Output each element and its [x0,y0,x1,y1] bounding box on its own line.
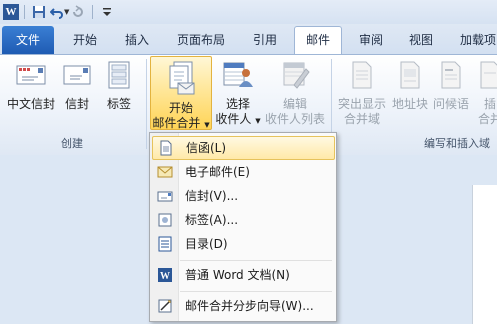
menu-item-label: 信封(V)... [185,189,239,203]
greeting-line-label: 问候语 [432,97,469,111]
directory-icon [157,236,173,252]
address-block-label: 地址块 [391,97,428,111]
start-mail-merge-label-1: 开始 [168,101,193,115]
redo-icon[interactable] [69,3,87,21]
menu-separator [180,291,332,292]
greeting-line-button[interactable]: 问候语 [430,61,472,112]
edit-recipient-list-label-1: 编辑 [282,97,307,111]
insert-merge-field-label-1: 插 [483,97,496,111]
menu-item-label: 电子邮件(E) [185,165,250,179]
label-icon [157,212,173,228]
address-block-button[interactable]: 地址块 [389,61,431,112]
menu-item-label: 信函(L) [186,141,227,155]
customize-qat-icon[interactable] [98,3,116,21]
menu-item-label: 标签(A)... [185,213,239,227]
tab-review[interactable]: 审阅 [348,27,394,53]
insert-merge-field-button[interactable]: 插 合并 [472,61,497,127]
tab-references[interactable]: 引用 [242,27,288,53]
menu-separator [180,260,332,261]
menu-item-label: 邮件合并分步向导(W)... [185,299,314,313]
document-page[interactable] [472,185,497,324]
menu-item-letters[interactable]: 信函(L) [152,136,335,160]
email-icon [157,164,173,180]
menu-item-normal-word-document[interactable]: W 普通 Word 文档(N) [152,264,333,286]
menu-item-envelopes[interactable]: 信封(V)... [152,185,333,207]
group-label-write-insert: 编写和插入域 [424,137,490,150]
select-recipients-label-2: 收件人 ▼ [215,112,261,126]
tab-file[interactable]: 文件 [2,26,54,54]
greeting-line-icon [430,61,472,93]
dropdown-arrow-icon: ▼ [204,121,210,129]
chinese-envelope-button[interactable]: 中文信封 [4,63,58,112]
word-window: W ▼ 文件 开始 插入 页面布局 引用 邮件 审阅 视图 加载项 中文信封 信… [0,0,497,324]
dropdown-arrow-icon: ▼ [255,117,261,125]
tab-mailings[interactable]: 邮件 [294,26,342,55]
tab-page-layout[interactable]: 页面布局 [166,27,236,53]
select-recipients-label-1: 选择 [225,97,250,111]
envelopes-label: 信封 [64,97,89,111]
word-doc-icon: W [157,267,173,283]
menu-item-directory[interactable]: 目录(D) [152,233,333,255]
edit-recipient-list-button[interactable]: 编辑 收件人列表 [262,61,328,127]
menu-item-labels[interactable]: 标签(A)... [152,209,333,231]
word-app-icon[interactable]: W [3,4,19,20]
envelopes-button[interactable]: 信封 [60,63,94,112]
highlight-merge-fields-label-2: 合并域 [343,112,380,126]
qat-separator [24,5,25,19]
tab-insert[interactable]: 插入 [114,27,160,53]
quick-access-toolbar: W ▼ [0,0,497,24]
envelope-icon [60,63,94,91]
select-recipients-button[interactable]: 选择 收件人 ▼ [213,61,263,129]
save-icon[interactable] [30,3,48,21]
highlight-merge-fields-button[interactable]: 突出显示 合并域 [334,61,390,127]
qat-separator [92,5,94,19]
tab-addins[interactable]: 加载项 [450,27,497,53]
tab-home[interactable]: 开始 [62,27,108,53]
start-mail-merge-menu: 信函(L) 电子邮件(E) 信封(V)... 标签(A)... 目录(D) W … [149,132,337,322]
tab-view[interactable]: 视图 [398,27,444,53]
start-mail-merge-icon [151,61,211,99]
start-mail-merge-button[interactable]: 开始 邮件合并 ▼ [150,56,212,130]
select-recipients-icon [213,61,263,93]
insert-merge-field-label-2: 合并 [477,112,497,126]
menu-item-label: 目录(D) [185,237,228,251]
menu-item-mail-merge-wizard[interactable]: 邮件合并分步向导(W)... [152,295,333,317]
labels-icon [102,61,136,93]
edit-recipient-list-icon [262,61,328,93]
chinese-envelope-label: 中文信封 [6,97,55,111]
wizard-icon [157,298,173,314]
menu-item-label: 普通 Word 文档(N) [185,268,290,282]
envelope-icon [157,188,173,204]
edit-recipient-list-label-2: 收件人列表 [264,112,325,126]
group-label-create: 创建 [61,137,83,150]
highlight-merge-fields-label-1: 突出显示 [337,97,386,111]
svg-text:W: W [160,271,170,282]
chinese-envelope-icon [4,63,58,91]
labels-label: 标签 [106,97,131,111]
ribbon-tabs: 文件 开始 插入 页面布局 引用 邮件 审阅 视图 加载项 [0,24,497,55]
group-separator [146,59,147,149]
labels-button[interactable]: 标签 [102,61,136,112]
address-block-icon [389,61,431,93]
letter-icon [158,140,174,156]
start-mail-merge-label-2: 邮件合并 ▼ [152,116,210,130]
menu-item-email[interactable]: 电子邮件(E) [152,161,333,183]
insert-merge-field-icon [472,61,497,93]
highlight-merge-fields-icon [334,61,390,93]
